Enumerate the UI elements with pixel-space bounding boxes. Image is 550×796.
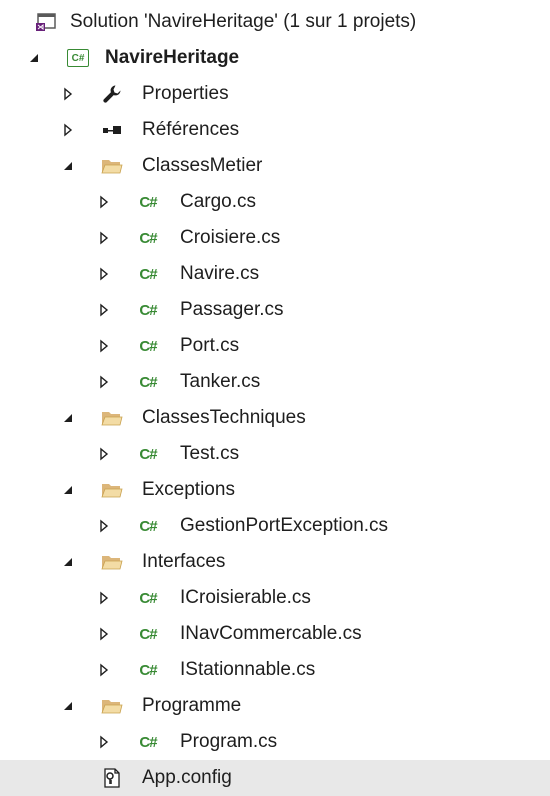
csharp-file-icon: C# (139, 517, 157, 535)
csharp-file-icon: C# (139, 445, 157, 463)
tree-row-references[interactable]: Références (0, 112, 550, 148)
tree-row-file[interactable]: C# Passager.cs (0, 292, 550, 328)
collapsed-triangle-icon[interactable] (94, 616, 114, 652)
collapsed-triangle-icon[interactable] (94, 580, 114, 616)
collapsed-triangle-icon[interactable] (94, 508, 114, 544)
tree-label: IStationnable.cs (180, 659, 316, 680)
collapsed-triangle-icon[interactable] (58, 76, 78, 112)
csharp-file-icon: C# (139, 733, 157, 751)
wrench-icon (98, 76, 126, 112)
csharp-file-icon: C# (139, 661, 157, 679)
solution-explorer-tree: Solution 'NavireHeritage' (1 sur 1 proje… (0, 0, 550, 796)
collapsed-triangle-icon[interactable] (94, 220, 114, 256)
csharp-file-icon: C# (139, 589, 157, 607)
expanded-triangle-icon[interactable] (58, 544, 78, 580)
csharp-file-icon: C# (139, 301, 157, 319)
tree-label: Références (142, 119, 240, 140)
open-folder-icon (98, 148, 126, 184)
collapsed-triangle-icon[interactable] (94, 436, 114, 472)
tree-label: Properties (142, 83, 229, 104)
collapsed-triangle-icon[interactable] (94, 724, 114, 760)
tree-row-file[interactable]: C# Port.cs (0, 328, 550, 364)
expanded-triangle-icon[interactable] (58, 400, 78, 436)
tree-row-folder[interactable]: ClassesTechniques (0, 400, 550, 436)
collapsed-triangle-icon[interactable] (94, 256, 114, 292)
tree-label: Passager.cs (180, 299, 284, 320)
expanded-triangle-icon[interactable] (24, 40, 44, 76)
tree-row-file[interactable]: C# IStationnable.cs (0, 652, 550, 688)
tree-label: Test.cs (180, 443, 240, 464)
visual-studio-solution-icon (32, 4, 60, 40)
references-icon (98, 112, 126, 148)
tree-row-folder[interactable]: Interfaces (0, 544, 550, 580)
tree-row-file[interactable]: C# Test.cs (0, 436, 550, 472)
csharp-file-icon: C# (139, 625, 157, 643)
tree-label: ClassesTechniques (142, 407, 306, 428)
expanded-triangle-icon[interactable] (58, 148, 78, 184)
collapsed-triangle-icon[interactable] (94, 364, 114, 400)
tree-label: NavireHeritage (105, 47, 240, 68)
csharp-file-icon: C# (139, 265, 157, 283)
tree-label: Croisiere.cs (180, 227, 281, 248)
csharp-file-icon: C# (139, 229, 157, 247)
open-folder-icon (98, 472, 126, 508)
tree-label: Exceptions (142, 479, 235, 500)
tree-label: INavCommercable.cs (180, 623, 362, 644)
tree-row-file[interactable]: C# Program.cs (0, 724, 550, 760)
open-folder-icon (98, 400, 126, 436)
csharp-file-icon: C# (139, 193, 157, 211)
tree-label: Port.cs (180, 335, 240, 356)
tree-row-folder[interactable]: ClassesMetier (0, 148, 550, 184)
open-folder-icon (98, 544, 126, 580)
tree-row-folder[interactable]: Programme (0, 688, 550, 724)
tree-row-file[interactable]: C# Croisiere.cs (0, 220, 550, 256)
tree-label: App.config (142, 767, 232, 788)
tree-label: Interfaces (142, 551, 226, 572)
tree-label: ClassesMetier (142, 155, 263, 176)
expanded-triangle-icon[interactable] (58, 688, 78, 724)
config-file-icon (98, 760, 126, 796)
tree-row-file[interactable]: C# GestionPortException.cs (0, 508, 550, 544)
tree-label: ICroisierable.cs (180, 587, 311, 608)
tree-row-solution[interactable]: Solution 'NavireHeritage' (1 sur 1 proje… (0, 4, 550, 40)
collapsed-triangle-icon[interactable] (58, 112, 78, 148)
collapsed-triangle-icon[interactable] (94, 184, 114, 220)
tree-row-file[interactable]: C# ICroisierable.cs (0, 580, 550, 616)
csharp-file-icon: C# (139, 337, 157, 355)
tree-row-file[interactable]: C# Cargo.cs (0, 184, 550, 220)
csharp-project-icon: C# (64, 40, 92, 76)
tree-label: Tanker.cs (180, 371, 261, 392)
tree-row-folder[interactable]: Exceptions (0, 472, 550, 508)
tree-row-project[interactable]: C# NavireHeritage (0, 40, 550, 76)
csharp-file-icon: C# (139, 373, 157, 391)
open-folder-icon (98, 688, 126, 724)
tree-label: Solution 'NavireHeritage' (1 sur 1 proje… (70, 11, 417, 32)
tree-row-app-config[interactable]: App.config (0, 760, 550, 796)
expanded-triangle-icon[interactable] (58, 472, 78, 508)
tree-row-file[interactable]: C# INavCommercable.cs (0, 616, 550, 652)
collapsed-triangle-icon[interactable] (94, 292, 114, 328)
tree-row-file[interactable]: C# Tanker.cs (0, 364, 550, 400)
tree-label: Navire.cs (180, 263, 260, 284)
tree-label: GestionPortException.cs (180, 515, 389, 536)
collapsed-triangle-icon[interactable] (94, 652, 114, 688)
tree-label: Cargo.cs (180, 191, 257, 212)
collapsed-triangle-icon[interactable] (94, 328, 114, 364)
tree-row-properties[interactable]: Properties (0, 76, 550, 112)
tree-row-file[interactable]: C# Navire.cs (0, 256, 550, 292)
tree-label: Program.cs (180, 731, 278, 752)
tree-label: Programme (142, 695, 242, 716)
